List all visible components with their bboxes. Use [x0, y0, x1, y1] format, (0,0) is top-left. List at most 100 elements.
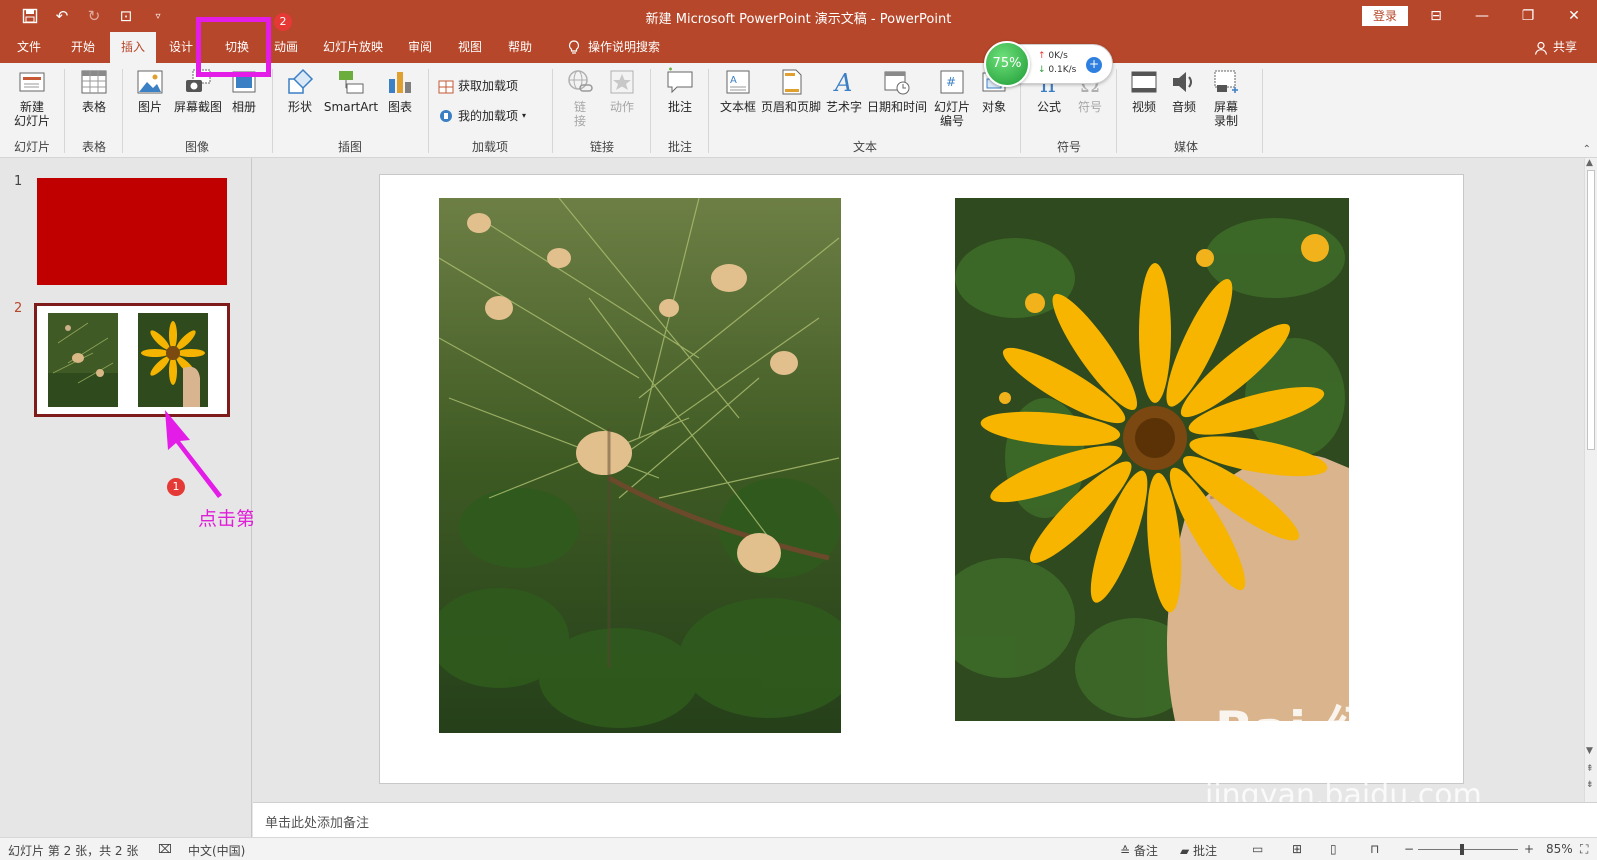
- ribbon-display-options-icon[interactable]: ⊟: [1413, 0, 1459, 32]
- svg-text:A: A: [730, 75, 737, 86]
- slide-sorter-icon[interactable]: ⊞: [1292, 842, 1302, 856]
- picture-button[interactable]: 图片: [132, 67, 168, 114]
- share-button[interactable]: 共享: [1534, 32, 1577, 63]
- signin-button[interactable]: 登录: [1362, 6, 1408, 26]
- header-footer-label: 页眉和页脚: [760, 100, 821, 114]
- minimize-icon[interactable]: —: [1459, 0, 1505, 32]
- header-footer-icon: [782, 69, 802, 95]
- datetime-label: 日期和时间: [866, 100, 927, 114]
- slide-thumbnail-1[interactable]: [37, 178, 227, 285]
- notes-toggle[interactable]: ≙ 备注: [1120, 842, 1158, 859]
- group-addins: 加载项: [471, 140, 508, 154]
- tab-home[interactable]: 开始: [62, 32, 104, 63]
- svg-text:#: #: [946, 75, 956, 89]
- screen-recording-label: 屏幕 录制: [1213, 100, 1238, 128]
- slide-thumbnail-2[interactable]: [34, 303, 230, 417]
- wordart-icon: A: [833, 69, 852, 97]
- zoom-in-icon[interactable]: +: [1524, 842, 1534, 856]
- textbox-icon: A: [726, 70, 750, 94]
- chart-button[interactable]: 图表: [382, 67, 418, 114]
- group-links: 链接: [589, 140, 614, 154]
- film-icon: [1131, 71, 1157, 93]
- restore-icon[interactable]: ❐: [1505, 0, 1551, 32]
- tab-insert[interactable]: 插入: [110, 32, 156, 63]
- next-slide-icon[interactable]: ⇟: [1586, 780, 1594, 790]
- pine-photo[interactable]: [439, 198, 841, 733]
- notes-toggle-label: 备注: [1133, 844, 1158, 858]
- wordart-button[interactable]: A 艺术字: [824, 67, 864, 114]
- network-speed-widget[interactable]: 75% ↑ 0K/s ↓ 0.1K/s +: [984, 41, 1113, 87]
- scroll-up-icon[interactable]: ▲: [1586, 158, 1593, 168]
- group-slides: 幻灯片: [13, 140, 50, 154]
- store-icon: [438, 80, 454, 93]
- language-indicator[interactable]: 中文(中国): [188, 842, 245, 859]
- close-icon[interactable]: ✕: [1551, 0, 1597, 32]
- speaker-icon: [1173, 72, 1192, 92]
- zoom-level[interactable]: 85%: [1546, 842, 1573, 856]
- previous-slide-icon[interactable]: ⇞: [1586, 764, 1594, 774]
- zoom-slider-knob[interactable]: [1460, 844, 1464, 855]
- zoom-slider[interactable]: [1418, 849, 1518, 850]
- share-label: 共享: [1552, 40, 1577, 54]
- audio-label: 音频: [1171, 100, 1196, 114]
- fit-to-window-icon[interactable]: ⛶: [1580, 842, 1588, 857]
- get-addins-button[interactable]: 获取加载项: [438, 77, 518, 94]
- slideshow-view-icon[interactable]: ⊓: [1370, 842, 1379, 856]
- slide-number-label: 幻灯片 编号: [933, 100, 970, 128]
- tab-animations[interactable]: 动画: [266, 32, 306, 63]
- spellcheck-icon[interactable]: ⌧: [158, 842, 172, 856]
- video-button[interactable]: 视频: [1126, 67, 1162, 114]
- scrollbar-thumb[interactable]: [1587, 170, 1595, 450]
- slide-number-button[interactable]: # 幻灯片 编号: [930, 67, 974, 128]
- vertical-scrollbar[interactable]: ▲ ▼ ⇞ ⇟: [1584, 158, 1597, 802]
- new-slide-button[interactable]: 新建 幻灯片: [8, 67, 56, 128]
- comments-toggle[interactable]: ▰ 批注: [1180, 842, 1217, 859]
- tab-design[interactable]: 设计: [162, 32, 200, 63]
- tell-me-search[interactable]: 操作说明搜索: [568, 32, 660, 63]
- photo-album-label: 相册: [231, 100, 256, 114]
- flower-photo[interactable]: [955, 198, 1349, 721]
- zoom-out-icon[interactable]: −: [1404, 842, 1414, 856]
- table-icon: [81, 70, 107, 94]
- header-footer-button[interactable]: 页眉和页脚: [760, 67, 822, 114]
- datetime-button[interactable]: 日期和时间: [866, 67, 928, 114]
- screen-recording-button[interactable]: 屏幕 录制: [1206, 67, 1246, 128]
- plus-icon[interactable]: +: [1086, 57, 1102, 73]
- group-text: 文本: [852, 140, 877, 154]
- picture-label: 图片: [137, 100, 162, 114]
- group-illustrations: 插图: [337, 140, 362, 154]
- new-slide-label: 新建 幻灯片: [13, 100, 50, 128]
- comment-button[interactable]: 批注: [660, 67, 700, 114]
- collapse-ribbon-icon[interactable]: ⌃: [1583, 144, 1591, 155]
- shapes-button[interactable]: 形状: [282, 67, 318, 114]
- tab-view[interactable]: 视图: [452, 32, 488, 63]
- my-addins-button[interactable]: 我的加载项 ▾: [438, 107, 526, 124]
- tab-slideshow[interactable]: 幻灯片放映: [318, 32, 388, 63]
- symbol-label: 符号: [1077, 100, 1102, 114]
- link-button[interactable]: 链 接: [562, 67, 598, 128]
- group-separator: [272, 69, 273, 153]
- textbox-label: 文本框: [719, 100, 756, 114]
- tab-file[interactable]: 文件: [10, 32, 48, 63]
- textbox-button[interactable]: A 文本框: [718, 67, 758, 114]
- table-label: 表格: [81, 100, 106, 114]
- tab-help[interactable]: 帮助: [502, 32, 538, 63]
- notes-pane[interactable]: 单击此处添加备注: [253, 802, 1597, 837]
- audio-button[interactable]: 音频: [1166, 67, 1202, 114]
- screenshot-label: 屏幕截图: [173, 100, 222, 114]
- comment-label: 批注: [667, 100, 692, 114]
- table-button[interactable]: 表格: [74, 67, 114, 114]
- smartart-button[interactable]: SmartArt: [322, 67, 380, 114]
- person-icon: [1534, 41, 1548, 55]
- dropdown-icon: ▾: [522, 111, 527, 120]
- scroll-down-icon[interactable]: ▼: [1586, 746, 1593, 756]
- step-marker: 2: [274, 13, 292, 31]
- reading-view-icon[interactable]: ▯: [1330, 842, 1337, 856]
- video-label: 视频: [1131, 100, 1156, 114]
- group-images: 图像: [184, 140, 209, 154]
- group-symbols: 符号: [1056, 140, 1081, 154]
- equation-label: 公式: [1036, 100, 1061, 114]
- tab-review[interactable]: 审阅: [402, 32, 438, 63]
- action-button[interactable]: 动作: [602, 67, 642, 114]
- normal-view-icon[interactable]: ▭: [1252, 842, 1263, 856]
